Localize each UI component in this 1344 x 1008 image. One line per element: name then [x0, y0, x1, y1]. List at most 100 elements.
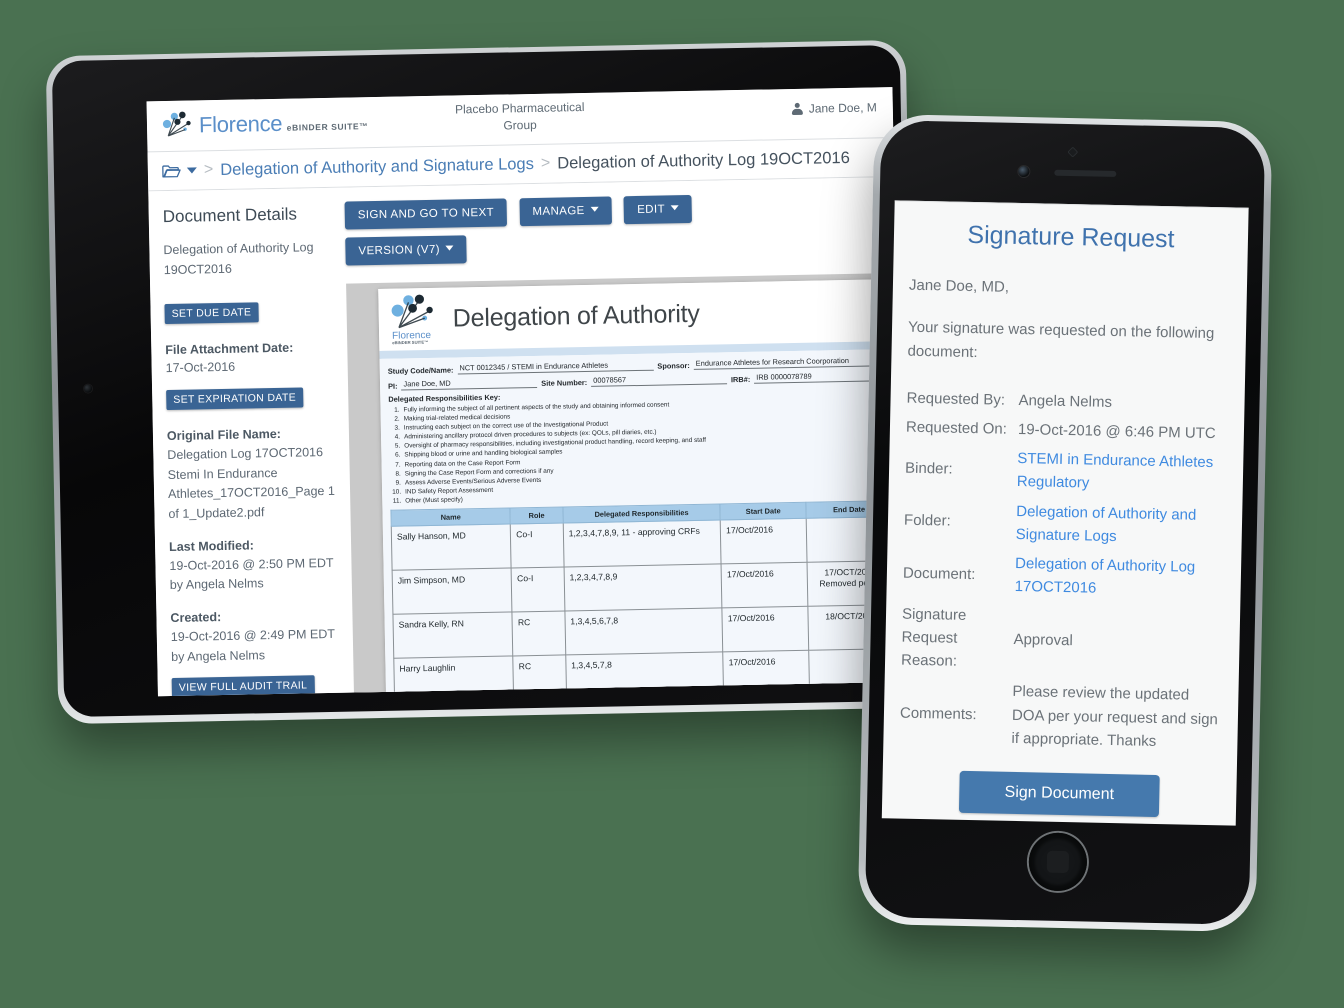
site-number-label: Site Number: [541, 377, 588, 388]
created-by: by Angela Nelms [171, 647, 266, 664]
phone-screen: Signature Request Jane Doe, MD, Your sig… [881, 200, 1249, 826]
table-cell: 1,2,3,4,7,8,9, 11 - approving CRFs [562, 519, 722, 567]
delegation-table: Name Role Delegated Responsibilities Start … [390, 500, 896, 693]
key-item-number: 3. [394, 424, 400, 432]
folder-value-link[interactable]: Delegation of Authority and Signature Lo… [1016, 500, 1227, 551]
key-item-number: 7. [395, 461, 401, 469]
requested-by-value: Angela Nelms [1018, 391, 1113, 411]
user-menu[interactable]: Jane Doe, M [792, 100, 877, 116]
field-comments: Comments: Please review the updated DOA … [899, 678, 1222, 754]
original-file-name-value: Delegation Log 17OCT2016 Stemi In Endura… [167, 444, 335, 522]
table-cell: Jim Simpson, MD [392, 568, 513, 615]
field-requested-on: Requested On: 19-Oct-2016 @ 6:46 PM UTC [906, 415, 1228, 445]
document-form: Study Code/Name: NCT 0012345 / STEMI in … [379, 349, 904, 693]
signature-request-reason-label: Signature Request Reason: [900, 605, 967, 670]
signature-request-panel: Signature Request Jane Doe, MD, Your sig… [882, 201, 1249, 818]
document-pane: SIGN AND GO TO NEXT MANAGE EDIT VERSION … [338, 177, 904, 694]
sign-document-button[interactable]: Sign Document [958, 770, 1160, 818]
field-binder: Binder: STEMI in Endurance Athletes Regu… [905, 445, 1228, 498]
brand-logo[interactable]: Florence eBINDER SUITE™ [147, 107, 369, 141]
app-body: Document Details Delegation of Authority… [148, 177, 904, 697]
earpiece-speaker-icon [1054, 169, 1117, 177]
document-name: Delegation of Authority Log 19OCT2016 [163, 240, 314, 277]
pi-label: PI: [387, 381, 398, 391]
tablet-device: Florence eBINDER SUITE™ Placebo Pharmace… [45, 39, 919, 725]
key-item-number: 2. [394, 415, 400, 423]
table-cell: Sally Hanson, MD [391, 524, 512, 571]
document-viewer: Florence eBINDER SUITE™ Delegation of Au… [346, 273, 904, 694]
folder-open-icon[interactable] [162, 163, 181, 178]
document-header: Florence eBINDER SUITE™ Delegation of Au… [378, 279, 898, 351]
phone-device: Signature Request Jane Doe, MD, Your sig… [857, 113, 1273, 933]
breadcrumb-current: Delegation of Authority Log 19OCT2016 [557, 148, 850, 173]
document-details-panel: Document Details Delegation of Authority… [148, 188, 348, 697]
key-item-number: 8. [395, 470, 401, 478]
manage-label: MANAGE [532, 204, 585, 218]
manage-button[interactable]: MANAGE [519, 196, 612, 227]
signature-request-reason-value: Approval [1013, 630, 1073, 650]
signature-request-title: Signature Request [967, 220, 1175, 254]
table-cell: Sandra Kelly, RN [392, 611, 514, 659]
table-cell: 1,2,3,4,7,8,9 [563, 563, 723, 611]
table-cell: RC [513, 654, 567, 693]
irb-label: IRB#: [730, 374, 751, 385]
table-cell: RC [512, 610, 566, 656]
view-full-audit-trail-button[interactable]: VIEW FULL AUDIT TRAIL [171, 675, 315, 697]
caret-down-icon[interactable] [186, 167, 197, 174]
document-title: Delegation of Authority [452, 299, 700, 333]
table-cell: Harry Laughlin [393, 655, 514, 693]
svg-text:eBINDER SUITE™: eBINDER SUITE™ [392, 340, 428, 345]
set-due-date-button[interactable]: SET DUE DATE [164, 301, 259, 324]
edit-button[interactable]: EDIT [623, 194, 693, 225]
folder-label: Folder: [903, 511, 951, 530]
file-attachment-date-value: 17-Oct-2016 [165, 359, 236, 376]
key-item-number: 1. [394, 406, 400, 414]
document-value-link[interactable]: Delegation of Authority Log 17OCT2016 [1014, 552, 1225, 603]
florence-logo-icon: Florence eBINDER SUITE™ [388, 294, 441, 345]
study-code-label: Study Code/Name: [387, 365, 454, 376]
key-item-number: 6. [394, 452, 401, 460]
home-button[interactable] [1028, 832, 1088, 892]
table-cell: Co-I [510, 523, 564, 569]
sponsor-label: Sponsor: [657, 361, 690, 371]
brand-name: Florence [198, 110, 283, 138]
user-icon [792, 103, 803, 115]
responsibilities-key-list: 1. Fully informing the subject of all per… [388, 396, 892, 506]
field-document: Document: Delegation of Authority Log 17… [902, 550, 1225, 603]
last-modified-by: by Angela Nelms [169, 576, 264, 593]
requested-by-label: Requested By: [906, 389, 1006, 409]
greeting-text: Jane Doe, MD, [908, 276, 1010, 296]
tablet-camera-icon [83, 384, 93, 393]
key-item-number: 11. [392, 497, 402, 505]
chevron-down-icon [590, 206, 599, 212]
user-name: Jane Doe, M [808, 100, 877, 116]
set-expiration-date-button[interactable]: SET EXPIRATION DATE [166, 387, 304, 411]
binder-label: Binder: [904, 459, 953, 478]
site-number-value: 00078567 [591, 373, 728, 387]
version-button[interactable]: VERSION (V7) [345, 235, 468, 266]
table-cell: 17/Oct/2016 [721, 562, 808, 608]
field-requested-by: Requested By: Angela Nelms [906, 386, 1228, 416]
proximity-sensor-icon [1067, 146, 1079, 158]
field-reason: Signature Request Reason: Approval [901, 602, 1224, 678]
front-camera-icon [1018, 165, 1030, 178]
sign-and-go-to-next-button[interactable]: SIGN AND GO TO NEXT [344, 198, 508, 230]
page-title: Document Details [162, 204, 298, 227]
brand-text: Florence eBINDER SUITE™ [198, 110, 369, 138]
chevron-down-icon [670, 205, 679, 211]
document-label: Document: [902, 564, 976, 583]
comments-label: Comments: [899, 704, 977, 723]
requested-on-value: 19-Oct-2016 @ 6:46 PM UTC [1017, 420, 1216, 442]
chevron-down-icon [445, 245, 454, 251]
sponsor-value: Endurance Athletes for Research Coorpora… [693, 355, 890, 370]
key-item-text: Other (Must specify) [405, 496, 463, 505]
tablet-screen: Florence eBINDER SUITE™ Placebo Pharmace… [146, 87, 904, 697]
breadcrumb-link[interactable]: Delegation of Authority and Signature Lo… [220, 154, 534, 179]
breadcrumb-separator-2: > [540, 154, 551, 172]
key-item-number: 10. [392, 488, 402, 496]
edit-label: EDIT [637, 203, 666, 216]
table-cell: 17/Oct/2016 [720, 518, 808, 564]
document-page: Florence eBINDER SUITE™ Delegation of Au… [378, 279, 904, 693]
binder-value-link[interactable]: STEMI in Endurance Athletes Regulatory [1017, 447, 1228, 498]
version-label: VERSION (V7) [358, 243, 441, 258]
